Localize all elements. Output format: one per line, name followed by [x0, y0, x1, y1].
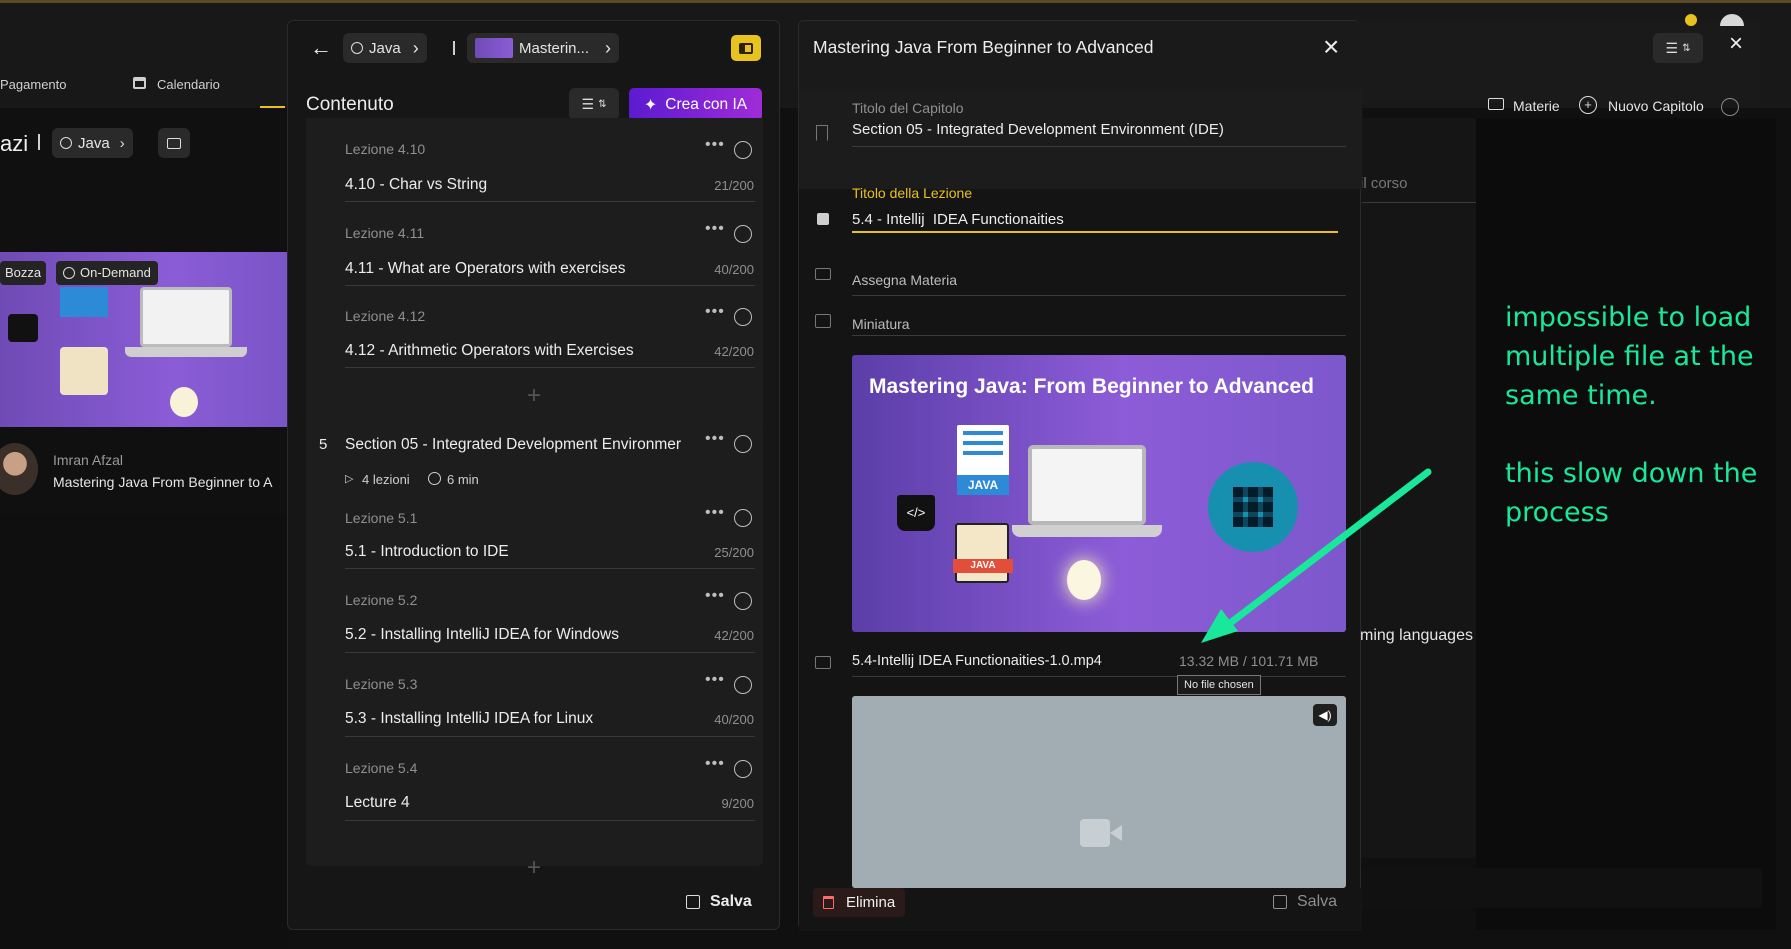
- annotation-arrow: [1201, 468, 1432, 643]
